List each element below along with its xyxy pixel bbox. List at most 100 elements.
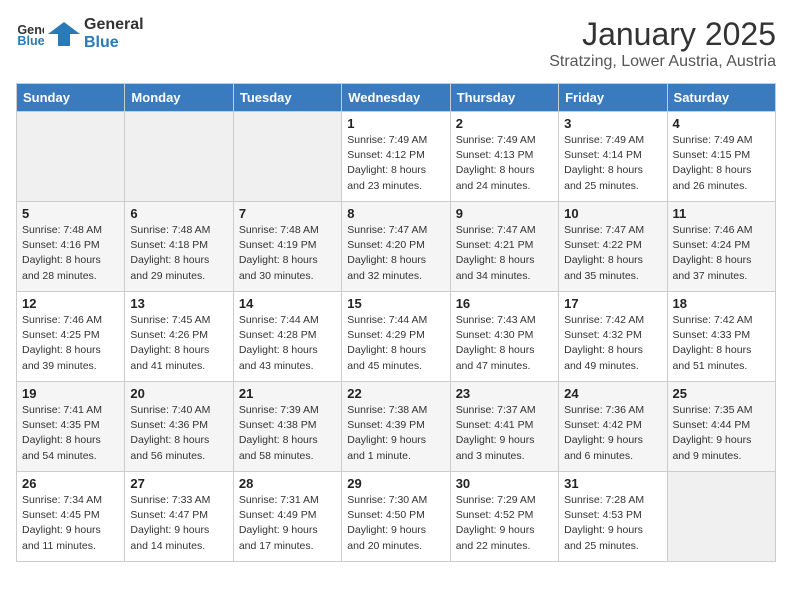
table-row: 12Sunrise: 7:46 AMSunset: 4:25 PMDayligh… — [17, 292, 125, 382]
table-row: 1Sunrise: 7:49 AMSunset: 4:12 PMDaylight… — [342, 112, 450, 202]
table-row: 9Sunrise: 7:47 AMSunset: 4:21 PMDaylight… — [450, 202, 558, 292]
title-block: January 2025 Stratzing, Lower Austria, A… — [549, 16, 776, 71]
day-number: 3 — [564, 116, 661, 131]
table-row: 8 Sunrise: 7:47 AMSunset: 4:20 PMDaylight… — [342, 202, 450, 292]
day-info: Sunrise: 7:31 AMSunset: 4:49 PMDaylight:… — [239, 493, 336, 554]
day-number: 4 — [673, 116, 770, 131]
table-row: 18 Sunrise: 7:42 AMSunset: 4:33 PMDayligh… — [667, 292, 775, 382]
table-row: 19 Sunrise: 7:41 AMSunset: 4:35 PMDayligh… — [17, 382, 125, 472]
table-row: 7 Sunrise: 7:48 AMSunset: 4:19 PMDaylight… — [233, 202, 341, 292]
table-row: 26Sunrise: 7:34 AMSunset: 4:45 PMDayligh… — [17, 472, 125, 562]
day-number: 14 — [239, 296, 336, 311]
day-info: Sunrise: 7:49 AMSunset: 4:15 PMDaylight:… — [673, 133, 770, 194]
day-number: 13 — [130, 296, 227, 311]
day-info: Sunrise: 7:41 AMSunset: 4:35 PMDaylight:… — [22, 403, 119, 464]
day-info: Sunrise: 7:30 AMSunset: 4:50 PMDaylight:… — [347, 493, 444, 554]
weekday-header-sunday: Sunday — [17, 84, 125, 112]
day-info: Sunrise: 7:49 AMSunset: 4:13 PMDaylight:… — [456, 133, 553, 194]
weekday-header-tuesday: Tuesday — [233, 84, 341, 112]
day-number: 15 — [347, 296, 444, 311]
table-row: 11 Sunrise: 7:46 AMSunset: 4:24 PMDayligh… — [667, 202, 775, 292]
table-row: 23Sunrise: 7:37 AMSunset: 4:41 PMDayligh… — [450, 382, 558, 472]
table-row: 16 Sunrise: 7:43 AMSunset: 4:30 PMDayligh… — [450, 292, 558, 382]
day-number: 24 — [564, 386, 661, 401]
table-row: 24Sunrise: 7:36 AMSunset: 4:42 PMDayligh… — [559, 382, 667, 472]
day-number: 28 — [239, 476, 336, 491]
weekday-header-wednesday: Wednesday — [342, 84, 450, 112]
day-number: 19 — [22, 386, 119, 401]
day-info: Sunrise: 7:42 AMSunset: 4:33 PMDaylight:… — [673, 313, 770, 374]
location-title: Stratzing, Lower Austria, Austria — [549, 53, 776, 71]
table-row: 14 Sunrise: 7:44 AMSunset: 4:28 PMDayligh… — [233, 292, 341, 382]
table-row: 25 Sunrise: 7:35 AMSunset: 4:44 PMDayligh… — [667, 382, 775, 472]
day-number: 25 — [673, 386, 770, 401]
day-number: 18 — [673, 296, 770, 311]
day-info: Sunrise: 7:48 AMSunset: 4:19 PMDaylight:… — [239, 223, 336, 284]
day-info: Sunrise: 7:38 AMSunset: 4:39 PMDaylight:… — [347, 403, 444, 464]
table-row: 10 Sunrise: 7:47 AMSunset: 4:22 PMDayligh… — [559, 202, 667, 292]
day-info: Sunrise: 7:46 AMSunset: 4:24 PMDaylight:… — [673, 223, 770, 284]
day-number: 2 — [456, 116, 553, 131]
logo: General Blue General Blue — [16, 16, 144, 52]
table-row — [125, 112, 233, 202]
day-info: Sunrise: 7:48 AMSunset: 4:18 PMDaylight:… — [130, 223, 227, 284]
table-row: 29 Sunrise: 7:30 AMSunset: 4:50 PMDayligh… — [342, 472, 450, 562]
day-info: Sunrise: 7:28 AMSunset: 4:53 PMDaylight:… — [564, 493, 661, 554]
calendar-body: 1Sunrise: 7:49 AMSunset: 4:12 PMDaylight… — [17, 112, 776, 562]
day-number: 31 — [564, 476, 661, 491]
table-row — [233, 112, 341, 202]
day-info: Sunrise: 7:43 AMSunset: 4:30 PMDaylight:… — [456, 313, 553, 374]
day-number: 16 — [456, 296, 553, 311]
day-info: Sunrise: 7:35 AMSunset: 4:44 PMDaylight:… — [673, 403, 770, 464]
day-info: Sunrise: 7:47 AMSunset: 4:20 PMDaylight:… — [347, 223, 444, 284]
day-number: 7 — [239, 206, 336, 221]
table-row: 6 Sunrise: 7:48 AMSunset: 4:18 PMDaylight… — [125, 202, 233, 292]
day-info: Sunrise: 7:44 AMSunset: 4:29 PMDaylight:… — [347, 313, 444, 374]
day-number: 27 — [130, 476, 227, 491]
day-number: 5 — [22, 206, 119, 221]
table-row: 17 Sunrise: 7:42 AMSunset: 4:32 PMDayligh… — [559, 292, 667, 382]
weekday-header-friday: Friday — [559, 84, 667, 112]
weekday-header-monday: Monday — [125, 84, 233, 112]
day-info: Sunrise: 7:48 AMSunset: 4:16 PMDaylight:… — [22, 223, 119, 284]
day-number: 29 — [347, 476, 444, 491]
month-title: January 2025 — [549, 16, 776, 53]
table-row — [17, 112, 125, 202]
day-number: 1 — [347, 116, 444, 131]
weekday-header-saturday: Saturday — [667, 84, 775, 112]
day-number: 17 — [564, 296, 661, 311]
day-number: 10 — [564, 206, 661, 221]
day-info: Sunrise: 7:39 AMSunset: 4:38 PMDaylight:… — [239, 403, 336, 464]
logo-general-text: General — [84, 16, 144, 33]
svg-text:Blue: Blue — [17, 34, 44, 48]
day-number: 30 — [456, 476, 553, 491]
day-number: 20 — [130, 386, 227, 401]
table-row — [667, 472, 775, 562]
day-info: Sunrise: 7:47 AMSunset: 4:22 PMDaylight:… — [564, 223, 661, 284]
day-info: Sunrise: 7:45 AMSunset: 4:26 PMDaylight:… — [130, 313, 227, 374]
day-number: 11 — [673, 206, 770, 221]
table-row: 2 Sunrise: 7:49 AMSunset: 4:13 PMDaylight… — [450, 112, 558, 202]
day-info: Sunrise: 7:29 AMSunset: 4:52 PMDaylight:… — [456, 493, 553, 554]
day-number: 6 — [130, 206, 227, 221]
day-info: Sunrise: 7:40 AMSunset: 4:36 PMDaylight:… — [130, 403, 227, 464]
table-row: 22 Sunrise: 7:38 AMSunset: 4:39 PMDayligh… — [342, 382, 450, 472]
day-number: 22 — [347, 386, 444, 401]
logo-bird-icon — [48, 18, 80, 50]
table-row: 3Sunrise: 7:49 AMSunset: 4:14 PMDaylight… — [559, 112, 667, 202]
page-header: General Blue General Blue January 2025 S… — [16, 16, 776, 71]
table-row: 28 Sunrise: 7:31 AMSunset: 4:49 PMDayligh… — [233, 472, 341, 562]
calendar-week-5: 26Sunrise: 7:34 AMSunset: 4:45 PMDayligh… — [17, 472, 776, 562]
day-number: 21 — [239, 386, 336, 401]
calendar-week-3: 12Sunrise: 7:46 AMSunset: 4:25 PMDayligh… — [17, 292, 776, 382]
weekday-header-thursday: Thursday — [450, 84, 558, 112]
day-info: Sunrise: 7:37 AMSunset: 4:41 PMDaylight:… — [456, 403, 553, 464]
table-row: 5 Sunrise: 7:48 AMSunset: 4:16 PMDaylight… — [17, 202, 125, 292]
day-info: Sunrise: 7:46 AMSunset: 4:25 PMDaylight:… — [22, 313, 119, 374]
table-row: 30 Sunrise: 7:29 AMSunset: 4:52 PMDayligh… — [450, 472, 558, 562]
logo-blue-text: Blue — [84, 34, 119, 51]
day-number: 8 — [347, 206, 444, 221]
day-info: Sunrise: 7:44 AMSunset: 4:28 PMDaylight:… — [239, 313, 336, 374]
calendar-header: SundayMondayTuesdayWednesdayThursdayFrid… — [17, 84, 776, 112]
day-info: Sunrise: 7:42 AMSunset: 4:32 PMDaylight:… — [564, 313, 661, 374]
